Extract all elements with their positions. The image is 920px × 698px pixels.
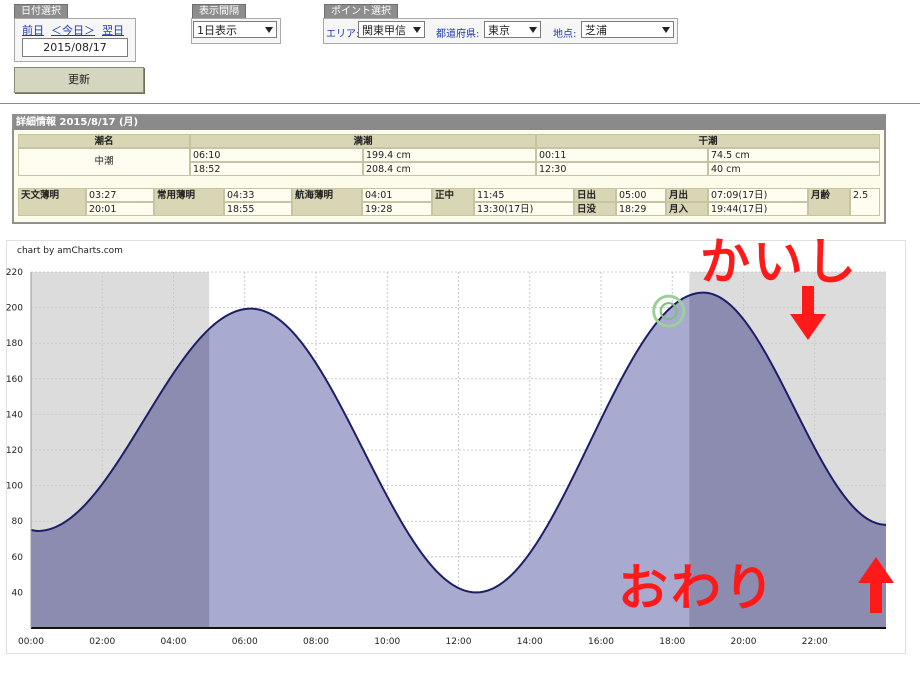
arrow-up-icon xyxy=(858,557,894,613)
y-tick-label: 160 xyxy=(6,375,23,385)
y-tick-label: 200 xyxy=(6,304,23,314)
x-tick-label: 02:00 xyxy=(89,637,115,647)
x-tick-label: 14:00 xyxy=(517,637,543,647)
x-tick-label: 04:00 xyxy=(161,637,187,647)
x-tick-label: 10:00 xyxy=(374,637,400,647)
x-tick-label: 18:00 xyxy=(659,637,685,647)
tide-chart: 40 60 80 100 120 140 160 180 200 220 00:00 02:00 04:… xyxy=(6,268,887,647)
x-tick-label: 20:00 xyxy=(731,637,757,647)
x-tick-label: 00:00 xyxy=(18,637,44,647)
y-tick-label: 120 xyxy=(6,446,23,456)
annotation-start: かいし xyxy=(700,233,859,291)
y-tick-label: 60 xyxy=(12,553,24,563)
y-tick-label: 40 xyxy=(12,588,24,598)
x-tick-label: 06:00 xyxy=(232,637,258,647)
x-tick-label: 08:00 xyxy=(303,637,329,647)
y-tick-label: 180 xyxy=(6,339,23,349)
y-tick-label: 140 xyxy=(6,410,23,420)
y-tick-label: 80 xyxy=(12,517,24,527)
annotation-end: おわり xyxy=(618,559,777,617)
x-tick-label: 16:00 xyxy=(588,637,614,647)
x-tick-label: 12:00 xyxy=(446,637,472,647)
y-tick-label: 220 xyxy=(6,268,23,278)
y-tick-label: 100 xyxy=(6,482,23,492)
arrow-down-icon xyxy=(790,286,826,340)
x-tick-label: 22:00 xyxy=(802,637,828,647)
